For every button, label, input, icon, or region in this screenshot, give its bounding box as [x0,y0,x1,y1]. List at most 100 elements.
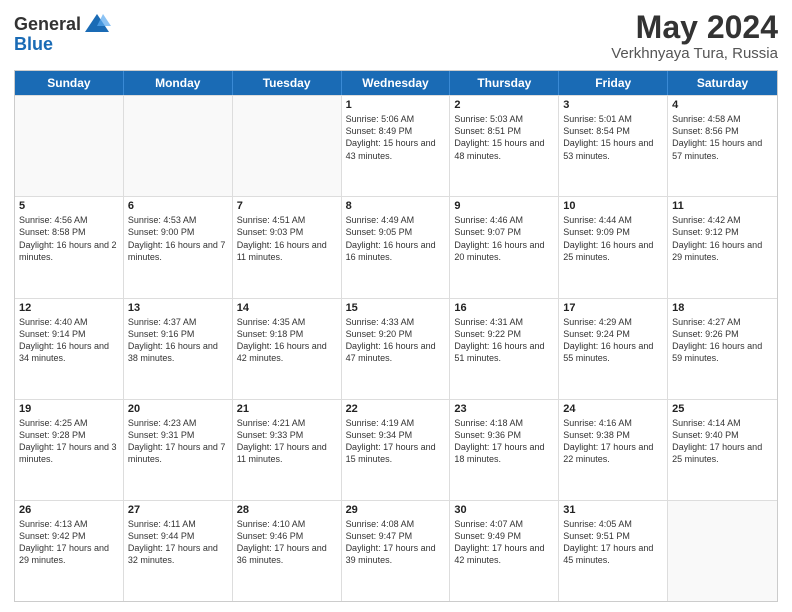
cell-sun-info: Sunrise: 4:37 AM Sunset: 9:16 PM Dayligh… [128,316,228,365]
calendar-cell-day-22: 22 Sunrise: 4:19 AM Sunset: 9:34 PM Dayli… [342,400,451,500]
cell-sun-info: Sunrise: 5:01 AM Sunset: 8:54 PM Dayligh… [563,113,663,162]
cell-sun-info: Sunrise: 4:11 AM Sunset: 9:44 PM Dayligh… [128,518,228,567]
day-number: 16 [454,302,554,314]
weekday-header-friday: Friday [559,71,668,95]
weekday-header-thursday: Thursday [450,71,559,95]
cell-sun-info: Sunrise: 4:25 AM Sunset: 9:28 PM Dayligh… [19,417,119,466]
cell-sun-info: Sunrise: 4:31 AM Sunset: 9:22 PM Dayligh… [454,316,554,365]
calendar-cell-day-19: 19Sunrise: 4:25 AM Sunset: 9:28 PM Dayli… [15,400,124,500]
calendar-cell-day-26: 26 Sunrise: 4:13 AM Sunset: 9:42 PM Dayli… [15,501,124,601]
calendar-cell-day-17: 17 Sunrise: 4:29 AM Sunset: 9:24 PM Dayli… [559,299,668,399]
calendar-cell-empty [233,96,342,196]
calendar-body: 1 Sunrise: 5:06 AM Sunset: 8:49 PM Daylig… [15,95,777,601]
weekday-header-wednesday: Wednesday [342,71,451,95]
calendar-cell-day-13: 13 Sunrise: 4:37 AM Sunset: 9:16 PM Dayli… [124,299,233,399]
calendar-cell-day-5: 5Sunrise: 4:56 AM Sunset: 8:58 PM Daylig… [15,197,124,297]
calendar-cell-day-6: 6 Sunrise: 4:53 AM Sunset: 9:00 PM Daylig… [124,197,233,297]
day-number: 12 [19,302,119,314]
day-number: 4 [672,99,773,111]
calendar-cell-day-25: 25 Sunrise: 4:14 AM Sunset: 9:40 PM Dayli… [668,400,777,500]
weekday-header-tuesday: Tuesday [233,71,342,95]
calendar-header: SundayMondayTuesdayWednesdayThursdayFrid… [15,71,777,95]
cell-sun-info: Sunrise: 4:07 AM Sunset: 9:49 PM Dayligh… [454,518,554,567]
cell-sun-info: Sunrise: 4:18 AM Sunset: 9:36 PM Dayligh… [454,417,554,466]
title-block: May 2024 Verkhnyaya Tura, Russia [611,10,778,62]
calendar-cell-day-31: 31 Sunrise: 4:05 AM Sunset: 9:51 PM Dayli… [559,501,668,601]
cell-sun-info: Sunrise: 4:35 AM Sunset: 9:18 PM Dayligh… [237,316,337,365]
calendar-cell-day-28: 28Sunrise: 4:10 AM Sunset: 9:46 PM Dayli… [233,501,342,601]
calendar-cell-day-12: 12 Sunrise: 4:40 AM Sunset: 9:14 PM Dayli… [15,299,124,399]
calendar-row-1: 5Sunrise: 4:56 AM Sunset: 8:58 PM Daylig… [15,196,777,297]
day-number: 10 [563,200,663,212]
logo-general-text: General [14,14,81,35]
day-number: 6 [128,200,228,212]
day-number: 29 [346,504,446,516]
weekday-header-sunday: Sunday [15,71,124,95]
day-number: 2 [454,99,554,111]
cell-sun-info: Sunrise: 4:10 AM Sunset: 9:46 PM Dayligh… [237,518,337,567]
cell-sun-info: Sunrise: 4:21 AM Sunset: 9:33 PM Dayligh… [237,417,337,466]
day-number: 7 [237,200,337,212]
day-number: 26 [19,504,119,516]
cell-sun-info: Sunrise: 4:27 AM Sunset: 9:26 PM Dayligh… [672,316,773,365]
calendar-cell-day-16: 16 Sunrise: 4:31 AM Sunset: 9:22 PM Dayli… [450,299,559,399]
day-number: 17 [563,302,663,314]
calendar-cell-day-7: 7 Sunrise: 4:51 AM Sunset: 9:03 PM Daylig… [233,197,342,297]
cell-sun-info: Sunrise: 4:44 AM Sunset: 9:09 PM Dayligh… [563,214,663,263]
day-number: 31 [563,504,663,516]
day-number: 11 [672,200,773,212]
day-number: 13 [128,302,228,314]
calendar-cell-day-1: 1 Sunrise: 5:06 AM Sunset: 8:49 PM Daylig… [342,96,451,196]
day-number: 24 [563,403,663,415]
calendar-cell-day-9: 9Sunrise: 4:46 AM Sunset: 9:07 PM Daylig… [450,197,559,297]
calendar-cell-day-15: 15Sunrise: 4:33 AM Sunset: 9:20 PM Dayli… [342,299,451,399]
day-number: 22 [346,403,446,415]
page: General Blue May 2024 Verkhnyaya Tura, R… [0,0,792,612]
location-text: Verkhnyaya Tura, Russia [611,45,778,62]
cell-sun-info: Sunrise: 4:42 AM Sunset: 9:12 PM Dayligh… [672,214,773,263]
cell-sun-info: Sunrise: 4:33 AM Sunset: 9:20 PM Dayligh… [346,316,446,365]
calendar-row-3: 19Sunrise: 4:25 AM Sunset: 9:28 PM Dayli… [15,399,777,500]
day-number: 25 [672,403,773,415]
calendar-row-0: 1 Sunrise: 5:06 AM Sunset: 8:49 PM Daylig… [15,95,777,196]
calendar: SundayMondayTuesdayWednesdayThursdayFrid… [14,70,778,602]
cell-sun-info: Sunrise: 4:29 AM Sunset: 9:24 PM Dayligh… [563,316,663,365]
calendar-cell-empty [124,96,233,196]
cell-sun-info: Sunrise: 4:53 AM Sunset: 9:00 PM Dayligh… [128,214,228,263]
weekday-header-monday: Monday [124,71,233,95]
logo-icon [83,10,111,38]
cell-sun-info: Sunrise: 4:49 AM Sunset: 9:05 PM Dayligh… [346,214,446,263]
calendar-row-2: 12 Sunrise: 4:40 AM Sunset: 9:14 PM Dayli… [15,298,777,399]
calendar-cell-day-4: 4Sunrise: 4:58 AM Sunset: 8:56 PM Daylig… [668,96,777,196]
calendar-cell-day-11: 11 Sunrise: 4:42 AM Sunset: 9:12 PM Dayli… [668,197,777,297]
cell-sun-info: Sunrise: 4:46 AM Sunset: 9:07 PM Dayligh… [454,214,554,263]
calendar-cell-day-21: 21Sunrise: 4:21 AM Sunset: 9:33 PM Dayli… [233,400,342,500]
calendar-cell-day-10: 10 Sunrise: 4:44 AM Sunset: 9:09 PM Dayli… [559,197,668,297]
cell-sun-info: Sunrise: 4:23 AM Sunset: 9:31 PM Dayligh… [128,417,228,466]
cell-sun-info: Sunrise: 4:19 AM Sunset: 9:34 PM Dayligh… [346,417,446,466]
cell-sun-info: Sunrise: 4:51 AM Sunset: 9:03 PM Dayligh… [237,214,337,263]
calendar-cell-day-18: 18 Sunrise: 4:27 AM Sunset: 9:26 PM Dayli… [668,299,777,399]
logo: General Blue [14,10,111,55]
day-number: 20 [128,403,228,415]
day-number: 23 [454,403,554,415]
day-number: 30 [454,504,554,516]
calendar-cell-day-24: 24Sunrise: 4:16 AM Sunset: 9:38 PM Dayli… [559,400,668,500]
day-number: 18 [672,302,773,314]
day-number: 1 [346,99,446,111]
cell-sun-info: Sunrise: 4:14 AM Sunset: 9:40 PM Dayligh… [672,417,773,466]
weekday-header-saturday: Saturday [668,71,777,95]
month-year-title: May 2024 [611,10,778,45]
calendar-cell-day-14: 14Sunrise: 4:35 AM Sunset: 9:18 PM Dayli… [233,299,342,399]
calendar-cell-day-29: 29 Sunrise: 4:08 AM Sunset: 9:47 PM Dayli… [342,501,451,601]
cell-sun-info: Sunrise: 4:40 AM Sunset: 9:14 PM Dayligh… [19,316,119,365]
cell-sun-info: Sunrise: 5:03 AM Sunset: 8:51 PM Dayligh… [454,113,554,162]
cell-sun-info: Sunrise: 5:06 AM Sunset: 8:49 PM Dayligh… [346,113,446,162]
day-number: 5 [19,200,119,212]
cell-sun-info: Sunrise: 4:08 AM Sunset: 9:47 PM Dayligh… [346,518,446,567]
calendar-cell-day-2: 2 Sunrise: 5:03 AM Sunset: 8:51 PM Daylig… [450,96,559,196]
calendar-cell-day-20: 20 Sunrise: 4:23 AM Sunset: 9:31 PM Dayli… [124,400,233,500]
cell-sun-info: Sunrise: 4:05 AM Sunset: 9:51 PM Dayligh… [563,518,663,567]
calendar-row-4: 26 Sunrise: 4:13 AM Sunset: 9:42 PM Dayli… [15,500,777,601]
cell-sun-info: Sunrise: 4:13 AM Sunset: 9:42 PM Dayligh… [19,518,119,567]
